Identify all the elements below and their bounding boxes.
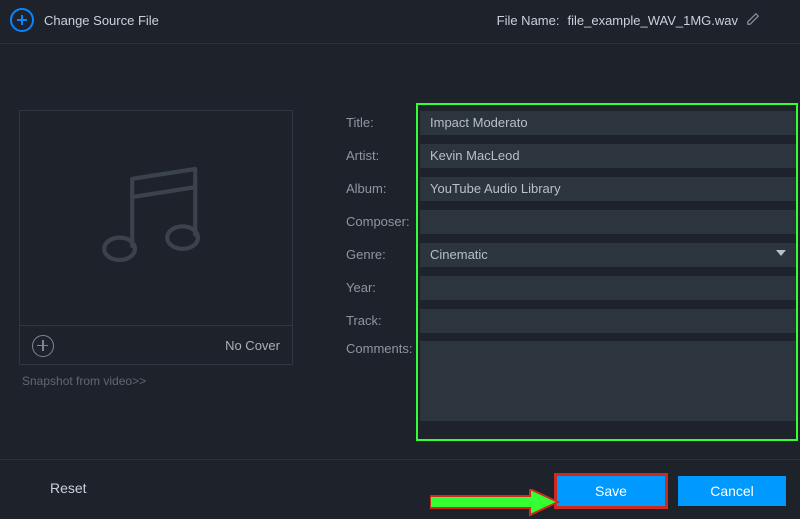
change-source-label: Change Source File: [44, 13, 159, 28]
artist-label: Artist:: [346, 148, 420, 163]
title-label: Title:: [346, 115, 420, 130]
comments-input[interactable]: [420, 341, 796, 421]
composer-label: Composer:: [346, 214, 420, 229]
cover-panel: No Cover: [19, 110, 293, 365]
composer-input[interactable]: [420, 210, 796, 234]
comments-label: Comments:: [346, 341, 420, 356]
cancel-button[interactable]: Cancel: [678, 476, 786, 506]
filename-block: File Name: file_example_WAV_1MG.wav: [497, 12, 760, 29]
filename-label: File Name:: [497, 13, 560, 28]
edit-filename-icon[interactable]: [746, 12, 760, 29]
change-source-button[interactable]: Change Source File: [10, 8, 159, 32]
save-button[interactable]: Save: [557, 476, 665, 506]
album-input[interactable]: [420, 177, 796, 201]
genre-select[interactable]: [420, 243, 796, 267]
footer-bar: Reset Save Cancel: [0, 459, 800, 519]
reset-button[interactable]: Reset: [50, 480, 87, 496]
album-label: Album:: [346, 181, 420, 196]
artist-input[interactable]: [420, 144, 796, 168]
main-area: No Cover Snapshot from video>> Title: Ar…: [0, 44, 800, 459]
cover-art-placeholder: [20, 111, 292, 326]
filename-value: file_example_WAV_1MG.wav: [567, 13, 738, 28]
no-cover-label: No Cover: [225, 338, 280, 353]
header-bar: Change Source File File Name: file_examp…: [0, 0, 800, 44]
track-input[interactable]: [420, 309, 796, 333]
music-note-icon: [86, 148, 226, 288]
genre-value[interactable]: [420, 243, 796, 267]
annotation-arrow-icon: [430, 489, 560, 519]
snapshot-from-video-link[interactable]: Snapshot from video>>: [22, 374, 146, 388]
metadata-form: Title: Artist: Album: Composer: Genre: Y…: [346, 106, 796, 421]
plus-icon: [10, 8, 34, 32]
genre-label: Genre:: [346, 247, 420, 262]
add-cover-button[interactable]: [32, 335, 54, 357]
cover-bottom-bar: No Cover: [20, 326, 292, 365]
year-label: Year:: [346, 280, 420, 295]
track-label: Track:: [346, 313, 420, 328]
title-input[interactable]: [420, 111, 796, 135]
year-input[interactable]: [420, 276, 796, 300]
